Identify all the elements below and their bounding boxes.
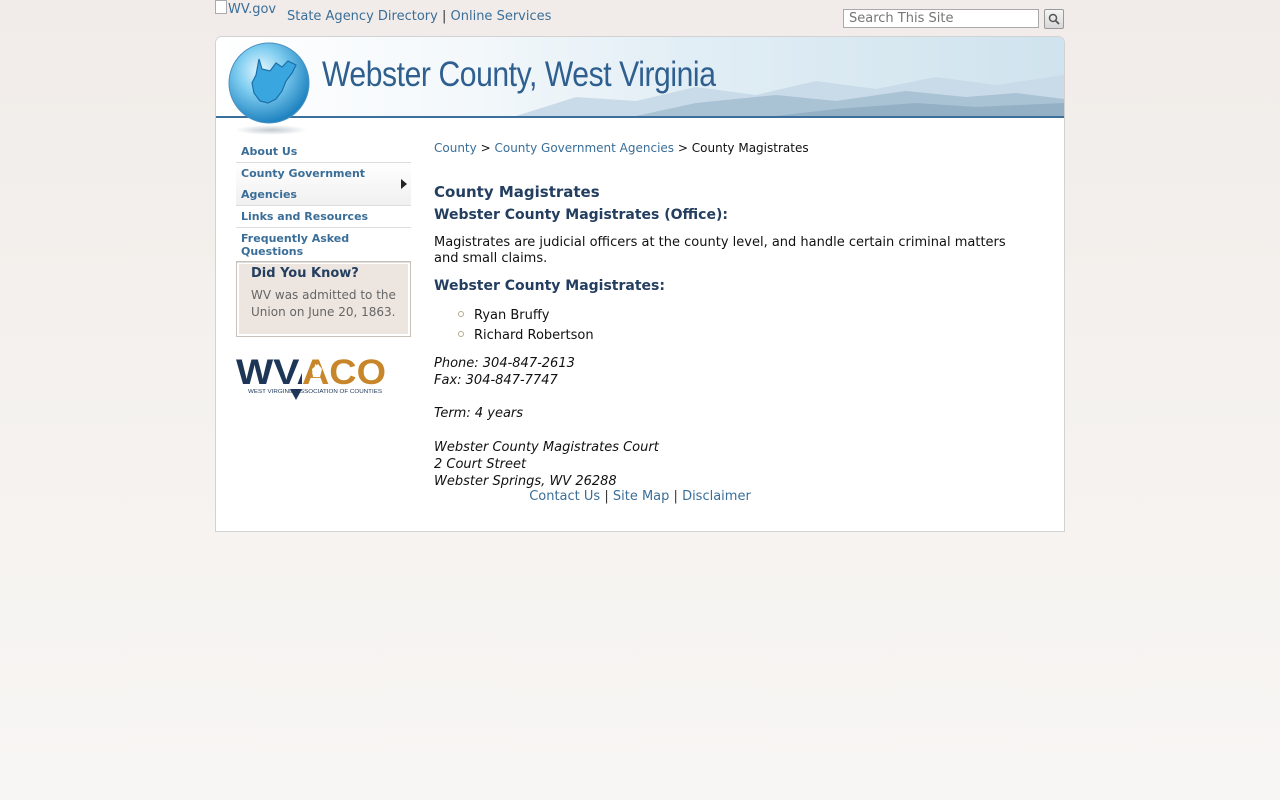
contact-us-link[interactable]: Contact Us <box>529 489 600 504</box>
footer: Contact Us | Site Map | Disclaimer <box>216 489 1064 504</box>
sidebar-item-label: Links and Resources <box>241 210 369 223</box>
breadcrumb: County > County Government Agencies > Co… <box>434 141 1034 155</box>
did-you-know-text: WV was admitted to the Union on June 20,… <box>251 288 396 319</box>
breadcrumb-county[interactable]: County <box>434 141 477 155</box>
sidebar-item-faq[interactable]: Frequently Asked Questions <box>236 228 411 263</box>
site-title: Webster County, West Virginia <box>322 55 716 94</box>
site-map-link[interactable]: Site Map <box>613 489 670 504</box>
office-description: Magistrates are judicial officers at the… <box>434 235 1006 266</box>
wv-globe-icon <box>228 42 310 135</box>
sidebar-item-about-us[interactable]: About Us <box>236 141 411 163</box>
top-bar: WV.gov State Agency Directory | Online S… <box>215 0 1065 36</box>
did-you-know-box: Did You Know? WV was admitted to the Uni… <box>236 261 411 337</box>
breadcrumb-separator: > <box>677 141 688 155</box>
phone-number: Phone: 304-847-2613 <box>434 356 575 371</box>
wvaco-logo-link[interactable]: WVACO ACO WEST VIRGINIA ASSOCIATION OF C… <box>236 353 388 407</box>
wvgov-logo-alt: WV.gov <box>228 2 277 17</box>
term-length: Term: 4 years <box>434 406 524 421</box>
sidebar-item-label: Frequently Asked Questions <box>241 232 350 258</box>
footer-separator: | <box>604 489 609 504</box>
sidebar-item-label: About Us <box>241 145 298 158</box>
list-item: Richard Robertson <box>458 326 1034 346</box>
magistrates-list: Ryan Bruffy Richard Robertson <box>434 306 1034 346</box>
search-icon <box>1048 13 1060 25</box>
sidebar-item-county-government-agencies[interactable]: County Government Agencies <box>236 163 411 206</box>
breadcrumb-current: County Magistrates <box>691 141 809 155</box>
breadcrumb-separator: > <box>480 141 491 155</box>
disclaimer-link[interactable]: Disclaimer <box>682 489 751 504</box>
site-banner: Webster County, West Virginia <box>216 37 1064 118</box>
address-line: 2 Court Street <box>434 457 527 472</box>
search-button[interactable] <box>1044 9 1064 29</box>
state-agency-directory-link[interactable]: State Agency Directory <box>287 9 438 24</box>
did-you-know-title: Did You Know? <box>251 266 359 281</box>
address-line: Webster County Magistrates Court <box>434 440 659 455</box>
footer-separator: | <box>673 489 678 504</box>
magistrates-heading: Webster County Magistrates: <box>434 278 665 294</box>
submenu-arrow-icon <box>401 179 407 189</box>
search-input[interactable] <box>843 9 1039 28</box>
address-line: Webster Springs, WV 26288 <box>434 474 617 489</box>
top-links-separator: | <box>441 9 447 24</box>
wvgov-logo-link[interactable]: WV.gov <box>215 0 276 17</box>
online-services-link[interactable]: Online Services <box>451 9 552 24</box>
breadcrumb-county-government-agencies[interactable]: County Government Agencies <box>494 141 674 155</box>
list-item: Ryan Bruffy <box>458 306 1034 326</box>
sidebar-nav: About Us County Government Agencies Link… <box>236 141 411 263</box>
top-links: State Agency Directory | Online Services <box>287 9 551 24</box>
broken-image-icon <box>215 0 227 14</box>
contact-info: Phone: 304-847-2613 Fax: 304-847-7747 Te… <box>434 355 1034 490</box>
wvaco-tagline: WEST VIRGINIA ASSOCIATION OF COUNTIES <box>248 389 382 395</box>
page-container: Webster County, West Virginia About Us C… <box>215 36 1065 532</box>
sidebar-item-label: County Government Agencies <box>241 167 366 201</box>
fax-number: Fax: 304-847-7747 <box>434 373 558 388</box>
main-content: County > County Government Agencies > Co… <box>434 141 1034 490</box>
wvaco-logo: WVACO ACO WEST VIRGINIA ASSOCIATION OF C… <box>236 353 386 400</box>
sidebar-item-links-and-resources[interactable]: Links and Resources <box>236 206 411 228</box>
page-title: County Magistrates <box>434 183 600 201</box>
office-heading: Webster County Magistrates (Office): <box>434 207 728 223</box>
